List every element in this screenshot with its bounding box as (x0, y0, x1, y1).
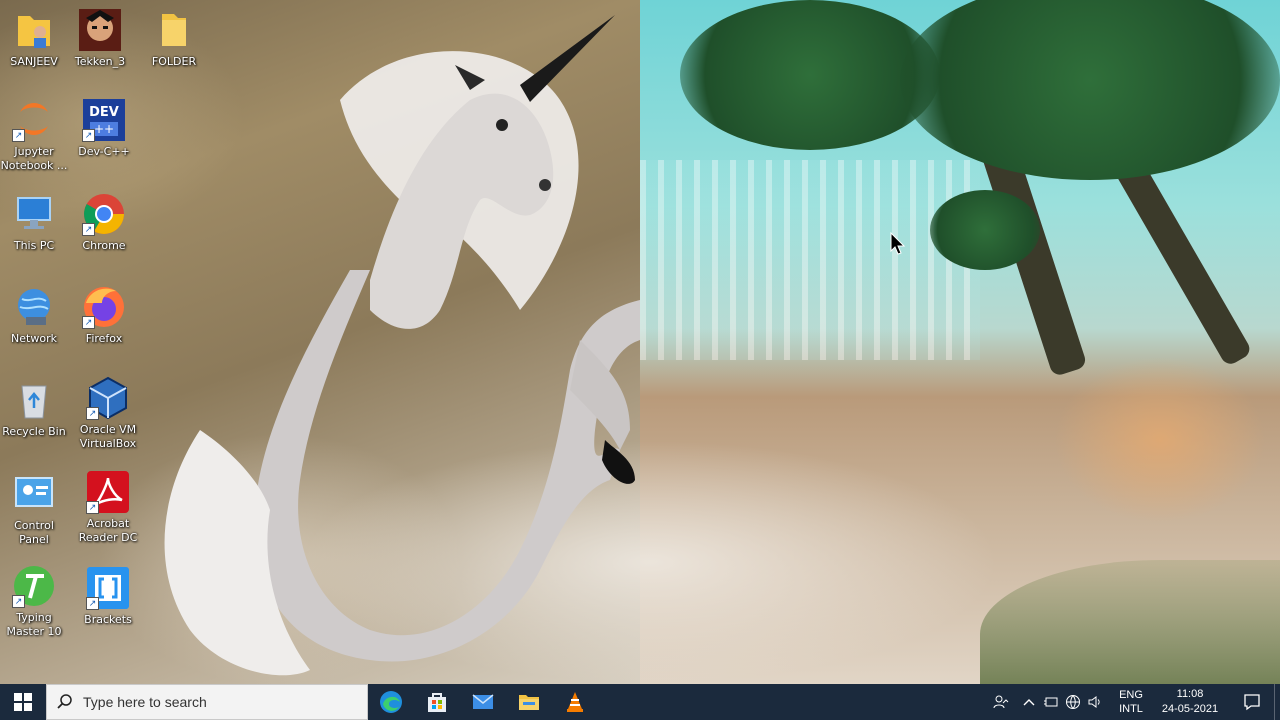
desktop-icon-label: Network (11, 332, 57, 345)
search-placeholder: Type here to search (83, 694, 207, 710)
desktop-icon-recycle-bin[interactable]: Recycle Bin (0, 378, 70, 439)
mouse-cursor-icon (890, 232, 906, 255)
desktop-icon-label: Tekken_3 (74, 55, 126, 68)
desktop-icon-chrome[interactable]: ↗ Chrome (68, 192, 140, 253)
mail-icon (472, 694, 494, 709)
taskbar-vlc[interactable] (552, 684, 598, 720)
desktop-icon-label: Acrobat Reader DC (78, 517, 138, 544)
clock-time: 11:08 (1176, 688, 1204, 700)
action-center-button[interactable] (1230, 684, 1274, 720)
desktop-icon-brackets[interactable]: ↗ Brackets (72, 566, 144, 627)
desktop-icon-label: Typing Master 10 (6, 611, 62, 638)
network-globe-icon[interactable] (1062, 684, 1084, 720)
user-folder-icon (12, 8, 56, 52)
file-explorer-icon (519, 695, 539, 710)
desktop-icon-jupyter[interactable]: ↗ Jupyter Notebook ... (0, 98, 70, 173)
typing-master-icon: ↗ (12, 564, 56, 608)
desktop-icon-label: Control Panel (14, 519, 54, 546)
jupyter-icon: ↗ (12, 98, 56, 142)
unicorn-illustration (164, 15, 640, 676)
brackets-icon: ↗ (86, 566, 130, 610)
windows-logo-icon (14, 693, 32, 711)
svg-text:++: ++ (94, 122, 114, 136)
taskbar-edge[interactable] (368, 684, 414, 720)
desktop-icon-tekken[interactable]: Tekken_3 (64, 8, 136, 69)
desktop-icon-this-pc[interactable]: This PC (0, 192, 70, 253)
desktop-icon-label: Jupyter Notebook ... (0, 145, 68, 172)
devcpp-icon: DEV ++ ↗ (82, 98, 126, 142)
desktop-icon-virtualbox[interactable]: ↗ Oracle VM VirtualBox (72, 376, 144, 451)
language-code: ENG (1119, 689, 1143, 701)
start-button[interactable] (0, 684, 46, 720)
taskbar-search-box[interactable]: Type here to search (46, 684, 368, 720)
show-hidden-icons-chevron-up-icon[interactable] (1018, 684, 1040, 720)
vlc-icon (567, 692, 583, 712)
taskbar-mail[interactable] (460, 684, 506, 720)
wallpaper-tree-canopy (930, 190, 1040, 270)
search-icon (57, 694, 72, 709)
taskbar-store[interactable] (414, 684, 460, 720)
this-pc-icon (12, 192, 56, 236)
notification-icon (1244, 694, 1260, 711)
control-panel-icon (12, 472, 56, 516)
volume-speaker-icon[interactable] (1084, 684, 1106, 720)
show-desktop-button[interactable] (1274, 684, 1280, 720)
store-icon (428, 693, 446, 712)
desktop-icon-sanjeev[interactable]: SANJEEV (0, 8, 70, 69)
keyboard-layout: INTL (1119, 703, 1143, 715)
desktop-icon-label: Dev-C++ (78, 145, 130, 158)
input-language-indicator[interactable]: ENG INTL (1112, 688, 1150, 716)
clock-date: 24-05-2021 (1161, 703, 1219, 715)
virtualbox-icon: ↗ (86, 376, 130, 420)
desktop-icon-label: Firefox (85, 332, 123, 345)
desktop-icon-label: FOLDER (151, 55, 197, 68)
folder-icon (152, 8, 196, 52)
desktop-icon-label: Brackets (84, 613, 132, 626)
wallpaper-waterfall (640, 160, 980, 360)
people-icon[interactable] (984, 684, 1018, 720)
taskbar: Type here to search ENG INTL 11:08 24-05… (0, 684, 1280, 720)
system-tray: ENG INTL 11:08 24-05-2021 (984, 684, 1280, 720)
desktop-icon-typing-master[interactable]: ↗ Typing Master 10 (0, 564, 70, 639)
acrobat-icon: ↗ (86, 470, 130, 514)
firefox-icon: ↗ (82, 285, 126, 329)
desktop-icon-network[interactable]: Network (0, 285, 70, 346)
devcpp-badge-text: DEV (89, 105, 119, 120)
chrome-icon: ↗ (82, 192, 126, 236)
tekken-game-icon (78, 8, 122, 52)
desktop-icon-label: SANJEEV (10, 55, 58, 68)
desktop-icon-label: Chrome (82, 239, 126, 252)
desktop-icon-firefox[interactable]: ↗ Firefox (68, 285, 140, 346)
taskbar-file-explorer[interactable] (506, 684, 552, 720)
desktop-icon-acrobat[interactable]: ↗ Acrobat Reader DC (72, 470, 144, 545)
desktop-icon-control-panel[interactable]: Control Panel (0, 472, 70, 547)
desktop-icon-folder[interactable]: FOLDER (138, 8, 210, 69)
desktop-icon-devcpp[interactable]: DEV ++ ↗ Dev-C++ (68, 98, 140, 159)
network-icon (12, 285, 56, 329)
desktop-icon-label: This PC (13, 239, 55, 252)
desktop-icon-label: Recycle Bin (2, 425, 66, 438)
battery-power-icon[interactable] (1040, 684, 1062, 720)
taskbar-clock[interactable]: 11:08 24-05-2021 (1150, 687, 1230, 717)
desktop-wallpaper (0, 0, 1280, 684)
edge-icon (380, 691, 402, 713)
desktop-icon-label: Oracle VM VirtualBox (79, 423, 137, 450)
recycle-bin-icon (12, 378, 56, 422)
